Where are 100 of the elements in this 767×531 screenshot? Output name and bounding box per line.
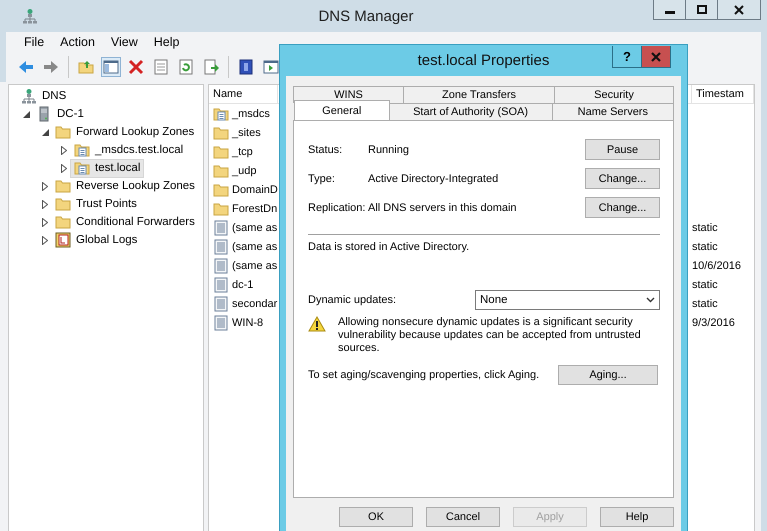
dialog-button[interactable]: OK [339,507,413,527]
column-header[interactable]: Name [209,85,278,104]
folder-icon [55,196,71,212]
table-cell: (same as [232,222,278,234]
chevron-down-icon [646,297,655,303]
close-icon [734,4,744,14]
tree-item[interactable]: Forward Lookup Zones [51,122,198,142]
dialog-title: test.local Properties [418,52,550,69]
tab[interactable]: General [294,100,390,120]
collapsed-arrow-icon[interactable] [61,146,67,154]
action-pane-icon[interactable] [263,59,279,75]
tree-item[interactable]: Reverse Lookup Zones [51,176,199,196]
folder-icon [55,214,71,230]
zone-folder-icon [74,142,90,158]
export-icon[interactable] [203,59,219,75]
dialog-button[interactable]: Help [600,507,674,527]
info-text: To set aging/scavenging properties, click Aging. [308,369,540,381]
collapsed-arrow-icon[interactable] [42,236,48,244]
table-cell: static [692,222,718,234]
close-icon [651,52,661,62]
tree-item[interactable]: Trust Points [51,194,141,214]
tree-item[interactable]: Conditional Forwarders [51,212,199,232]
folder-icon [55,124,71,140]
table-cell: 9/3/2016 [692,316,735,328]
table-cell: (same as [232,240,278,252]
dialog-button[interactable]: Cancel [426,507,500,527]
tab[interactable]: Security [554,86,674,103]
aging-button[interactable]: Aging... [558,365,658,385]
table-cell: static [692,298,718,310]
tree-item[interactable]: DNS [17,86,70,106]
field-label: Status: [308,144,344,156]
tree-item[interactable]: DC-1 [32,104,88,124]
close-button[interactable] [717,0,761,20]
warning-icon [308,316,326,332]
expanded-arrow-icon[interactable] [22,110,30,118]
help-book-icon[interactable] [238,59,254,75]
folder-up-icon[interactable] [78,59,94,75]
record-icon [213,314,229,330]
refresh-icon[interactable] [178,59,194,75]
table-cell: _sites [232,126,261,138]
menu-item[interactable]: Help [146,35,188,49]
record-icon [213,258,229,274]
column-header[interactable]: Timestam [692,85,754,104]
tab[interactable]: Name Servers [552,103,674,120]
field-label: Dynamic updates: [308,294,396,306]
tree-item[interactable]: test.local [70,158,144,178]
table-cell: 10/6/2016 [692,260,741,272]
help-button[interactable]: ? [612,46,642,68]
tree-item[interactable]: _msdcs.test.local [70,140,188,160]
collapsed-arrow-icon[interactable] [42,218,48,226]
network-icon [21,88,37,104]
table-cell: _msdcs [232,108,270,120]
zone-folder-icon [74,160,90,176]
info-text: Data is stored in Active Directory. [308,241,470,253]
table-cell: dc-1 [232,278,254,290]
expanded-arrow-icon[interactable] [42,128,48,136]
table-cell: _udp [232,164,256,176]
table-cell: secondar [232,298,278,310]
maximize-button[interactable] [685,0,718,20]
folder-icon [213,182,229,198]
record-icon [213,238,229,254]
change-button[interactable]: Pause [585,139,660,160]
table-cell: static [692,240,718,252]
zone-folder-icon [213,106,229,122]
maximize-icon [696,5,706,14]
collapsed-arrow-icon[interactable] [42,200,48,208]
field-label: Replication: [308,202,366,214]
menu-item[interactable]: Action [52,35,103,49]
collapsed-arrow-icon[interactable] [42,182,48,190]
table-cell: ForestDn [232,202,278,214]
table-cell: WIN-8 [232,316,264,328]
warning-text: Allowing nonsecure dynamic updates is a significant security vulnerability because updates can be accepted from untrusted sources. [338,316,642,355]
log-book-icon [55,232,71,248]
properties-icon[interactable] [153,59,169,75]
table-cell: (same as [232,260,278,272]
record-icon [213,296,229,312]
table-cell: static [692,278,718,290]
table-cell: DomainD [232,184,278,196]
change-button[interactable]: Change... [585,197,660,218]
forward-arrow-icon[interactable] [43,59,59,75]
dropdown[interactable]: None [475,290,660,310]
window-title: DNS Manager [317,8,415,24]
delete-icon[interactable] [128,59,144,75]
field-label: Type: [308,172,336,184]
console-tree-icon[interactable] [103,59,119,75]
tab[interactable]: Start of Authority (SOA) [388,103,553,120]
tree-item[interactable]: Global Logs [51,230,142,250]
folder-icon [213,162,229,178]
back-arrow-icon[interactable] [18,59,34,75]
field-value: Running [368,144,410,156]
folder-icon [55,178,71,194]
table-cell: _tcp [232,146,253,158]
collapsed-arrow-icon[interactable] [61,164,67,172]
change-button[interactable]: Change... [585,168,660,189]
menu-item[interactable]: File [16,35,52,49]
record-icon [213,276,229,292]
field-value: Active Directory-Integrated [368,172,500,184]
folder-icon [213,200,229,216]
menu-item[interactable]: View [102,35,146,49]
minimize-button[interactable] [653,0,686,20]
